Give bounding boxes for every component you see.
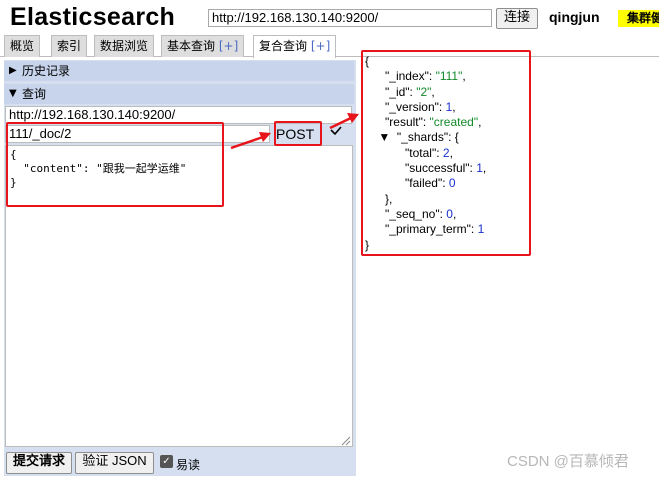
arrow-to-response bbox=[329, 115, 354, 130]
watermark: CSDN @百慕倾君 bbox=[507, 453, 629, 470]
arrow-to-method bbox=[230, 134, 267, 150]
annotation-arrows bbox=[230, 113, 359, 150]
